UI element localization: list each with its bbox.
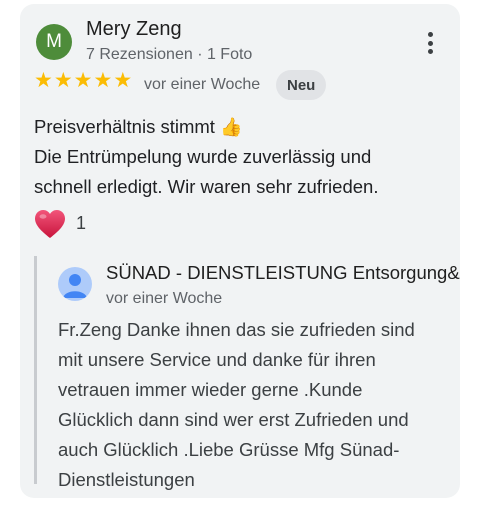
new-badge: Neu: [276, 70, 327, 100]
reply-text-line: auch Glücklich .Liebe Grüsse Mfg Sünad-: [58, 439, 400, 460]
reply-text-line: vetrauen immer wieder gerne .Kunde: [58, 379, 363, 400]
owner-avatar: [58, 267, 92, 301]
review-text-line: Die Entrümpelung wurde zuverlässig und: [34, 146, 372, 167]
reviewer-meta: 7 Rezensionen · 1 Foto: [86, 46, 253, 63]
star-rating: ★ ★ ★ ★ ★: [34, 70, 132, 92]
reply-divider: [34, 256, 37, 484]
review-text: Preisverhältnis stimmt 👍 Die Entrümpelun…: [34, 112, 454, 202]
reviewer-name[interactable]: Mery Zeng: [86, 18, 182, 41]
owner-name: SÜNAD - DIENSTLEISTUNG Entsorgung&E: [106, 262, 460, 283]
reply-text-line: Fr.Zeng Danke ihnen das sie zufrieden si…: [58, 319, 415, 340]
more-vert-icon[interactable]: [424, 32, 436, 54]
review-time: vor einer Woche: [144, 76, 261, 93]
star-icon: ★: [34, 69, 53, 92]
review-text-line: Preisverhältnis stimmt: [34, 116, 215, 137]
review-card: M Mery Zeng 7 Rezensionen · 1 Foto ★ ★ ★ ★ ★…: [20, 4, 460, 498]
star-icon: ★: [73, 69, 93, 92]
person-icon: [63, 274, 87, 298]
reaction-count: 1: [76, 213, 87, 233]
star-icon: ★: [113, 69, 133, 92]
reviewer-avatar[interactable]: M: [36, 24, 72, 60]
reply-text-line: mit unsere Service und danke für ihren: [58, 349, 376, 370]
reply-text-line: Dienstleistungen: [58, 469, 195, 490]
heart-icon[interactable]: [34, 209, 66, 239]
review-text-line: schnell erledigt. Wir waren sehr zufried…: [34, 176, 379, 197]
star-icon: ★: [53, 69, 73, 92]
star-icon: ★: [93, 69, 113, 92]
owner-reply-time: vor einer Woche: [106, 290, 223, 307]
owner-reply-text: Fr.Zeng Danke ihnen das sie zufrieden si…: [58, 315, 415, 495]
reply-text-line: Glücklich dann sind wer erst Zufrieden u…: [58, 409, 409, 430]
thumbs-up-icon: 👍: [220, 117, 243, 137]
